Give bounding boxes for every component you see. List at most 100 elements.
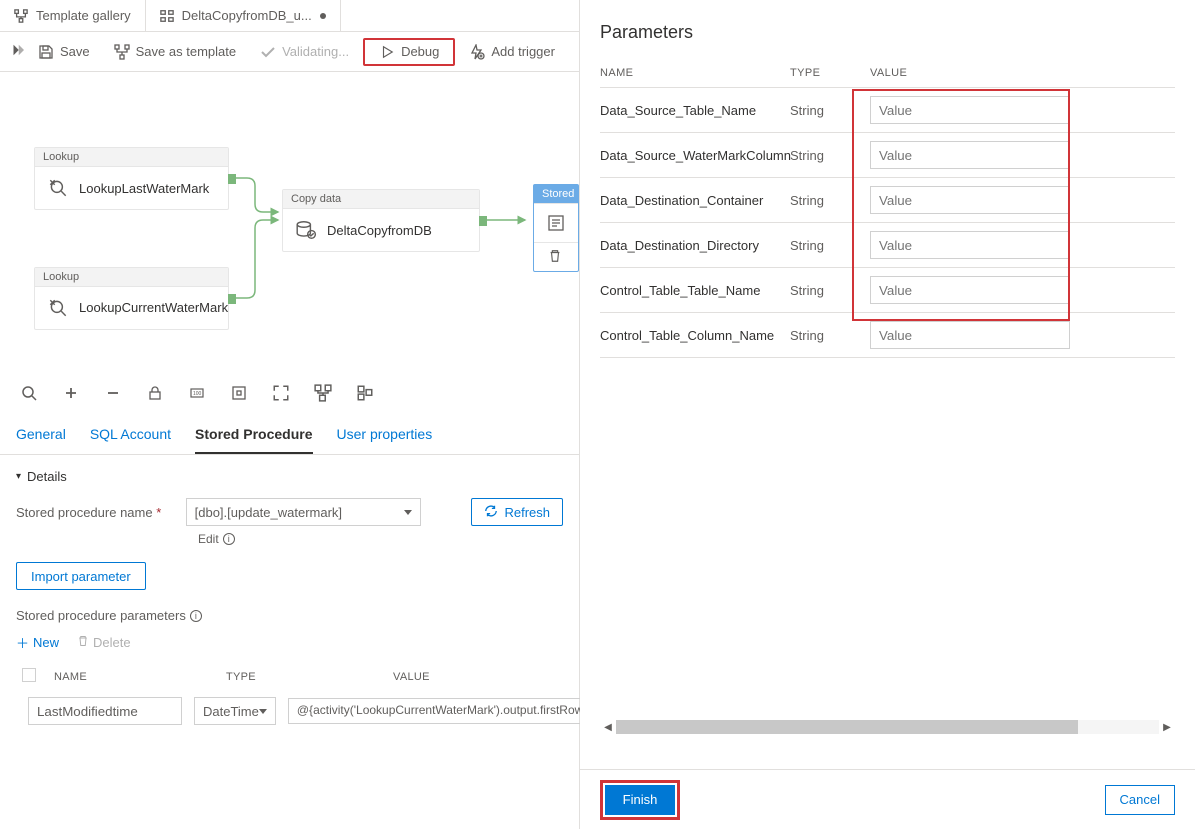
chevron-down-icon (259, 709, 267, 714)
activity-lookup-current[interactable]: Lookup LookupCurrentWaterMark (34, 267, 229, 330)
tab-template-gallery[interactable]: Template gallery (0, 0, 146, 31)
finish-button[interactable]: Finish (605, 785, 675, 815)
save-template-icon (114, 44, 130, 60)
lookup-icon (47, 177, 69, 199)
chevron-down-icon: ▾ (16, 471, 21, 482)
save-template-label: Save as template (136, 44, 236, 59)
horizontal-scrollbar[interactable]: ◀ ▶ (600, 719, 1175, 735)
tab-stored-procedure[interactable]: Stored Procedure (195, 420, 312, 454)
col-type: TYPE (226, 671, 381, 683)
dirty-indicator-icon (320, 13, 326, 19)
parameters-panel: Parameters NAME TYPE VALUE Data_Source_T… (580, 0, 1195, 829)
sp-param-grid: NAME TYPE VALUE DateTime @{activity('Loo… (16, 662, 563, 731)
import-parameter-button[interactable]: Import parameter (16, 562, 146, 590)
refresh-label: Refresh (504, 505, 550, 520)
details-title: Details (27, 469, 67, 484)
chevron-down-icon (404, 510, 412, 515)
activity-stored-proc[interactable]: Stored (533, 184, 579, 272)
trash-icon[interactable] (548, 249, 564, 265)
col-name: NAME (600, 67, 790, 79)
scroll-left-icon[interactable]: ◀ (600, 719, 616, 735)
select-all-checkbox[interactable] (22, 668, 36, 682)
validate-label: Validating... (282, 44, 349, 59)
fit-screen-icon[interactable] (230, 384, 248, 402)
col-value: VALUE (393, 671, 563, 683)
zoom-reset-icon[interactable]: 100 (188, 384, 206, 402)
param-type-dropdown[interactable]: DateTime (194, 697, 276, 725)
tab-label: DeltaCopyfromDB_u... (182, 8, 312, 23)
sp-params-label: Stored procedure parameters i (16, 608, 563, 623)
save-icon (38, 44, 54, 60)
trigger-label: Add trigger (491, 44, 555, 59)
align-icon[interactable] (356, 384, 374, 402)
check-icon (260, 44, 276, 60)
details-collapse[interactable]: ▾ Details (16, 469, 563, 484)
scroll-thumb[interactable] (616, 720, 1078, 734)
param-name: Control_Table_Column_Name (600, 328, 790, 343)
trash-icon (77, 635, 89, 650)
pipeline-canvas[interactable]: Lookup LookupLastWaterMark Lookup Lookup… (0, 72, 579, 372)
autolayout-icon[interactable] (314, 384, 332, 402)
param-name-input[interactable] (28, 697, 182, 725)
tab-general[interactable]: General (16, 420, 66, 454)
cancel-button[interactable]: Cancel (1105, 785, 1175, 815)
detail-tabs: General SQL Account Stored Procedure Use… (0, 412, 579, 455)
canvas-tools: 100 (0, 372, 579, 412)
save-button[interactable]: Save (28, 40, 100, 64)
refresh-icon (484, 504, 498, 521)
expand-icon[interactable] (6, 43, 24, 60)
activity-name: LookupLastWaterMark (79, 181, 209, 196)
zoom-out-icon[interactable] (104, 384, 122, 402)
tab-pipeline[interactable]: DeltaCopyfromDB_u... (146, 0, 341, 31)
tab-sql-account[interactable]: SQL Account (90, 420, 171, 454)
debug-button[interactable]: Debug (363, 38, 455, 66)
zoom-in-icon[interactable] (62, 384, 80, 402)
scroll-right-icon[interactable]: ▶ (1159, 719, 1175, 735)
param-value-input[interactable] (870, 321, 1070, 349)
svg-text:100: 100 (193, 391, 202, 397)
sp-edit-link[interactable]: Edit i (198, 532, 563, 546)
col-type: TYPE (790, 67, 870, 79)
param-name: Data_Destination_Container (600, 193, 790, 208)
add-trigger-button[interactable]: Add trigger (459, 40, 565, 64)
highlight-box: Finish (600, 780, 680, 820)
trigger-icon (469, 44, 485, 60)
stored-procedure-details: ▾ Details Stored procedure name * [dbo].… (0, 455, 579, 745)
table-row: DateTime @{activity('LookupCurrentWaterM… (16, 691, 563, 731)
param-name: Control_Table_Table_Name (600, 283, 790, 298)
database-icon (295, 219, 317, 241)
new-param-button[interactable]: ＋ New (16, 633, 59, 652)
script-icon (545, 212, 567, 234)
activity-name: LookupCurrentWaterMark (79, 300, 228, 317)
sp-name-dropdown[interactable]: [dbo].[update_watermark] (186, 498, 422, 526)
save-label: Save (60, 44, 90, 59)
param-type: String (790, 328, 870, 343)
activity-copy[interactable]: Copy data DeltaCopyfromDB (282, 189, 480, 252)
param-name: Data_Source_Table_Name (600, 103, 790, 118)
activity-name: DeltaCopyfromDB (327, 223, 432, 238)
sp-name-value: [dbo].[update_watermark] (195, 505, 342, 520)
sp-name-label: Stored procedure name * (16, 505, 176, 520)
tab-user-properties[interactable]: User properties (337, 420, 433, 454)
save-as-template-button[interactable]: Save as template (104, 40, 246, 64)
fullscreen-icon[interactable] (272, 384, 290, 402)
lock-icon[interactable] (146, 384, 164, 402)
activity-type-label: Stored (534, 185, 578, 204)
param-name: Data_Source_WaterMarkColumn (600, 148, 790, 163)
panel-footer: Finish Cancel (580, 769, 1195, 829)
search-icon[interactable] (20, 384, 38, 402)
plus-icon: ＋ (16, 633, 29, 652)
editor-toolbar: Save Save as template Validating... Debu… (0, 32, 579, 72)
col-name: NAME (54, 671, 214, 683)
refresh-button[interactable]: Refresh (471, 498, 563, 526)
parameters-table: NAME TYPE VALUE Data_Source_Table_Name St… (580, 59, 1195, 358)
col-value: VALUE (870, 67, 1175, 79)
activity-lookup-last[interactable]: Lookup LookupLastWaterMark (34, 147, 229, 210)
param-name: Data_Destination_Directory (600, 238, 790, 253)
editor-tabs: Template gallery DeltaCopyfromDB_u... (0, 0, 579, 32)
info-icon: i (190, 610, 202, 622)
debug-label: Debug (401, 44, 439, 59)
activity-type-label: Lookup (35, 148, 228, 167)
tab-label: Template gallery (36, 8, 131, 23)
panel-title: Parameters (580, 0, 1195, 59)
